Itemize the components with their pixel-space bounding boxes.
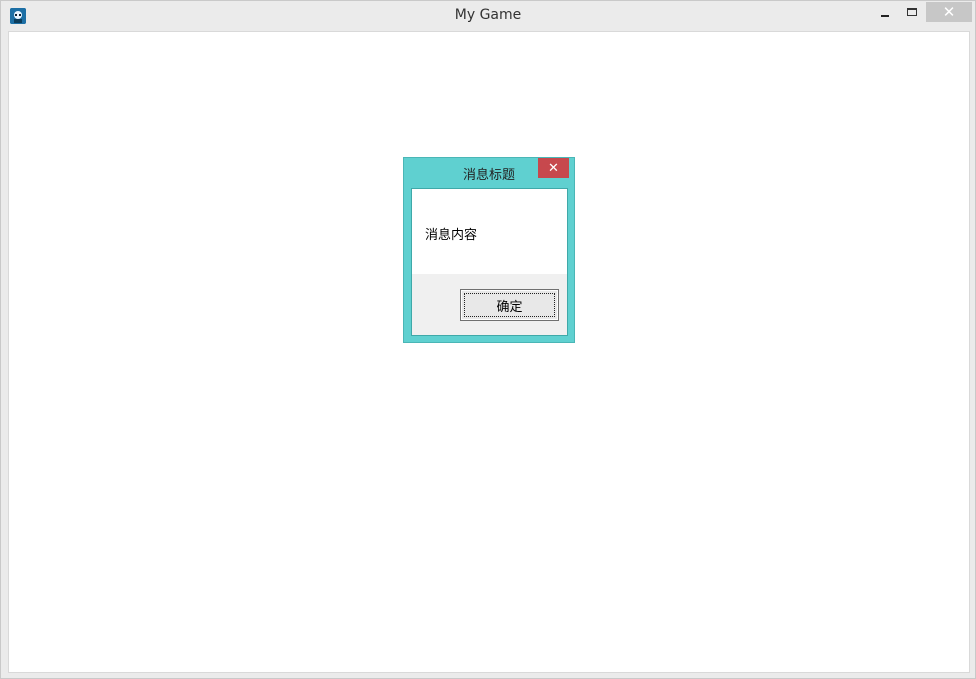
- game-window: My Game ✕ 消息标题 ✕ 消息内容 确定: [0, 0, 976, 679]
- maximize-icon: [907, 8, 917, 16]
- window-titlebar[interactable]: My Game ✕: [1, 1, 975, 31]
- ok-button-label: 确定: [496, 299, 523, 315]
- dialog-footer: 确定: [412, 274, 567, 335]
- game-canvas[interactable]: [8, 31, 970, 673]
- dialog-body: 消息内容 确定: [411, 188, 568, 336]
- close-icon: ✕: [548, 160, 559, 176]
- minimize-button[interactable]: [873, 2, 897, 22]
- window-title: My Game: [454, 7, 522, 23]
- close-icon: ✕: [942, 3, 956, 21]
- minimize-icon: [881, 15, 889, 17]
- maximize-button[interactable]: [900, 2, 924, 22]
- ok-button[interactable]: 确定: [460, 289, 559, 321]
- message-dialog: 消息标题 ✕ 消息内容 确定: [403, 157, 575, 343]
- dialog-close-button[interactable]: ✕: [538, 158, 569, 178]
- window-close-button[interactable]: ✕: [926, 2, 972, 22]
- dialog-message: 消息内容: [425, 228, 478, 243]
